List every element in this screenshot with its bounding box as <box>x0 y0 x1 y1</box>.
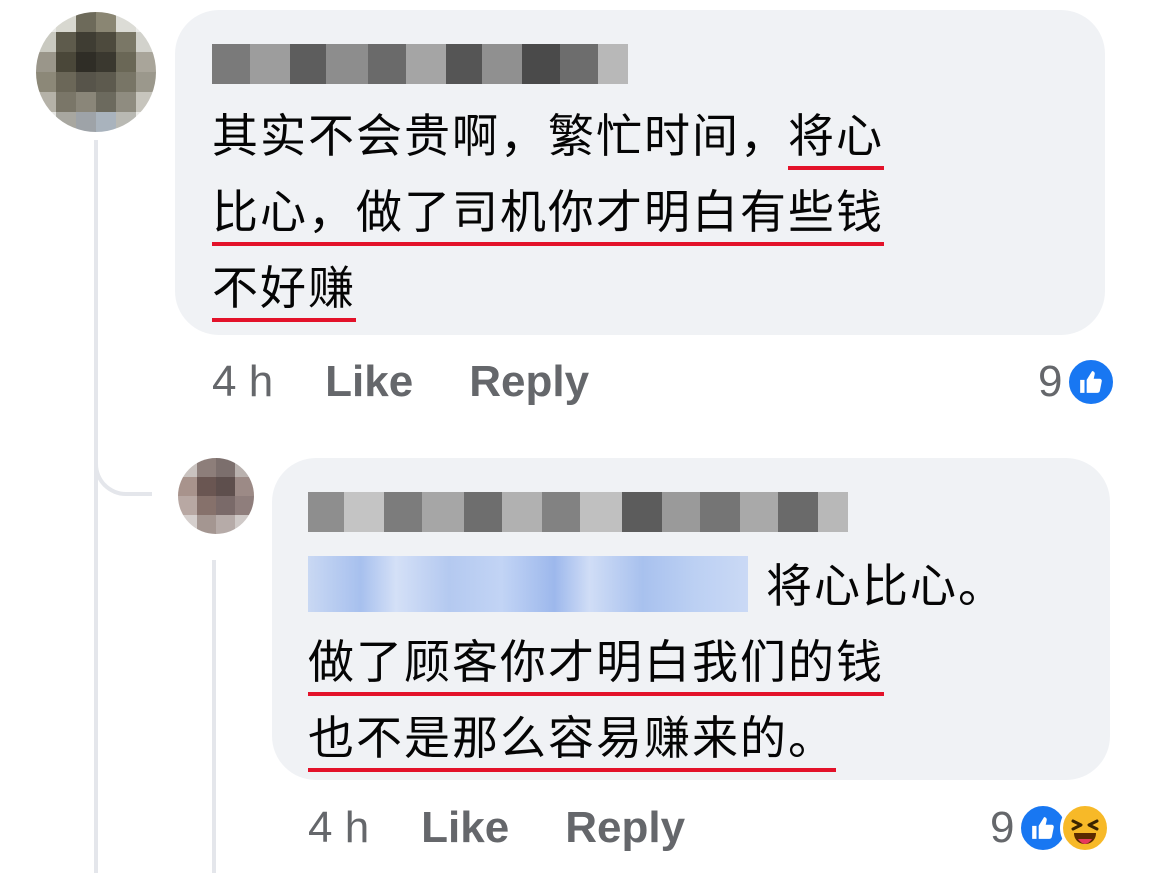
like-button[interactable]: Like <box>325 357 413 407</box>
comment-text-underlined: 将心 <box>788 109 884 163</box>
avatar-pixel <box>36 12 56 32</box>
avatar-pixel <box>235 515 254 534</box>
avatar-pixel <box>116 32 136 52</box>
avatar-pixel <box>76 112 96 132</box>
like-icon <box>1066 357 1117 407</box>
avatar-pixel <box>136 52 156 72</box>
avatar-pixel <box>76 12 96 32</box>
avatar-pixel <box>36 52 56 72</box>
avatar-pixel <box>116 52 136 72</box>
haha-icon <box>1060 803 1111 853</box>
comment-thread: 其实不会贵啊，繁忙时间，将心 比心，做了司机你才明白有些钱 不好赚 4 h Li… <box>0 0 1170 873</box>
mention-tag[interactable] <box>308 555 748 612</box>
reply-text-underlined: 也不是那么容易赚来的。 <box>308 711 836 765</box>
reaction-count: 9 <box>990 803 1015 852</box>
like-button[interactable]: Like <box>421 803 509 853</box>
reply-actions: 4 h Like Reply <box>308 800 741 856</box>
avatar-pixel <box>96 112 116 132</box>
avatar-pixel <box>76 72 96 92</box>
avatar-pixel <box>178 458 197 477</box>
avatar-pixel <box>178 496 197 515</box>
avatar-pixel <box>56 72 76 92</box>
avatar-pixel <box>76 92 96 112</box>
avatar-pixel <box>56 92 76 112</box>
avatar-pixel <box>56 52 76 72</box>
comment-text: 其实不会贵啊，繁忙时间，将心 比心，做了司机你才明白有些钱 不好赚 <box>212 98 1092 326</box>
avatar-pixel <box>36 112 56 132</box>
reply-author-name[interactable] <box>308 492 848 532</box>
avatar-pixel <box>178 515 197 534</box>
avatar-pixel <box>136 112 156 132</box>
avatar-pixel <box>197 477 216 496</box>
avatar-pixel <box>178 477 197 496</box>
reaction-summary[interactable]: 9 <box>1038 354 1117 410</box>
avatar-pixel <box>136 12 156 32</box>
avatar-pixel <box>96 52 116 72</box>
avatar-pixel <box>235 477 254 496</box>
avatar-pixel <box>96 72 116 92</box>
avatar-pixel <box>197 515 216 534</box>
reply-text-underlined: 做了顾客你才明白我们的钱 <box>308 635 884 689</box>
comment-text-underlined: 不好赚 <box>212 261 356 315</box>
avatar[interactable] <box>36 12 156 132</box>
avatar-pixel <box>116 112 136 132</box>
reply-text: 将心比心。 做了顾客你才明白我们的钱 也不是那么容易赚来的。 <box>308 548 1098 776</box>
comment-author-name[interactable] <box>212 44 628 84</box>
avatar[interactable] <box>178 458 254 534</box>
comment-actions: 4 h Like Reply <box>212 354 645 410</box>
avatar-pixel <box>116 12 136 32</box>
avatar-pixel <box>216 458 235 477</box>
avatar-pixel <box>197 458 216 477</box>
avatar-pixel <box>197 496 216 515</box>
avatar-pixel <box>116 72 136 92</box>
thread-line <box>212 560 216 873</box>
avatar-pixel <box>216 477 235 496</box>
comment-text-segment: 其实不会贵啊，繁忙时间， <box>212 109 788 163</box>
avatar-pixel <box>56 12 76 32</box>
avatar-pixel <box>116 92 136 112</box>
comment-timestamp[interactable]: 4 h <box>212 357 273 407</box>
reaction-summary[interactable]: 9 <box>990 800 1111 856</box>
avatar-pixel <box>235 496 254 515</box>
avatar-pixel <box>76 52 96 72</box>
avatar-pixel <box>216 515 235 534</box>
reaction-count: 9 <box>1038 357 1063 406</box>
avatar-pixel <box>36 92 56 112</box>
comment-text-underlined: 比心，做了司机你才明白有些钱 <box>212 185 884 239</box>
reply-timestamp[interactable]: 4 h <box>308 803 369 853</box>
avatar-pixel <box>56 112 76 132</box>
avatar-pixel <box>76 32 96 52</box>
avatar-pixel <box>36 72 56 92</box>
reply-text-segment: 将心比心。 <box>766 559 1006 613</box>
reply-button[interactable]: Reply <box>469 357 589 407</box>
avatar-pixel <box>136 92 156 112</box>
avatar-pixel <box>136 32 156 52</box>
avatar-pixel <box>96 32 116 52</box>
avatar-pixel <box>96 12 116 32</box>
avatar-pixel <box>136 72 156 92</box>
avatar-pixel <box>96 92 116 112</box>
avatar-pixel <box>36 32 56 52</box>
reply-button[interactable]: Reply <box>565 803 685 853</box>
avatar-pixel <box>216 496 235 515</box>
avatar-pixel <box>235 458 254 477</box>
thread-connector <box>94 440 152 496</box>
thread-line <box>94 140 98 873</box>
avatar-pixel <box>56 32 76 52</box>
